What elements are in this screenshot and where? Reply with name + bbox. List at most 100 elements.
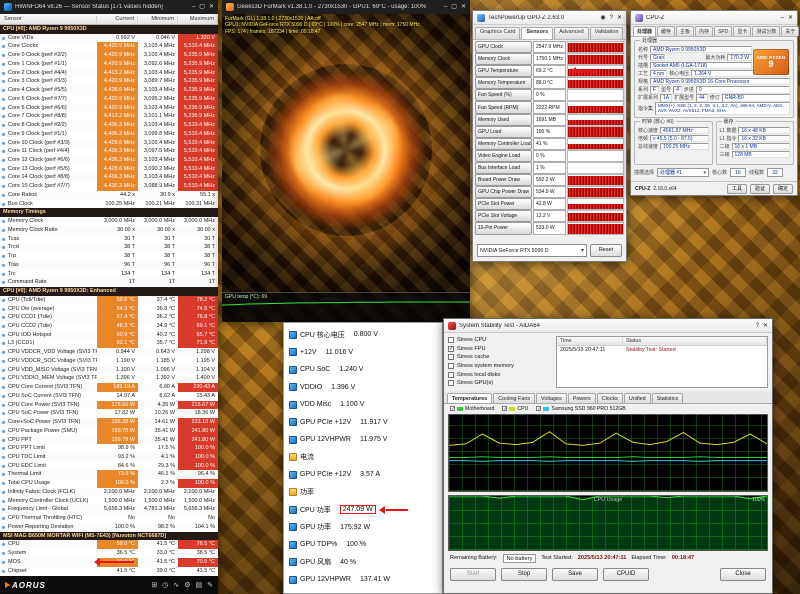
- sensor-row[interactable]: Memory Controller Clock (UCLK)1,500.0 MH…: [0, 497, 218, 506]
- tab-powers[interactable]: Powers: [568, 393, 596, 403]
- gear-icon[interactable]: ⚙: [184, 581, 190, 589]
- furmark-titlebar[interactable]: Geeks3D FurMark v1.38.1.0 - 2730x1530 - …: [222, 0, 470, 14]
- tab-关于[interactable]: 关于: [781, 26, 799, 36]
- sensor-row[interactable]: CPU SoC Current (SVI3 TFN)14.97 A8.62 A1…: [0, 392, 218, 401]
- sensor-item-row[interactable]: CPU 功率247.09 W: [284, 501, 442, 519]
- sensor-row[interactable]: CPU (Tctl/Tdie)59.6 °C37.4 °C78.2 °C: [0, 296, 218, 305]
- sensor-label[interactable]: Memory Controller Load: [475, 138, 532, 150]
- sensor-item-row[interactable]: GPU 12VHPWR11.975 V: [284, 431, 442, 449]
- sensor-item-row[interactable]: GPU PCIe +12V11.917 V: [284, 414, 442, 432]
- sensor-row[interactable]: Memory Clock3,000.0 MHz3,000.0 MHz3,000.…: [0, 217, 218, 226]
- sensor-row[interactable]: Core 13 Clock (perf #5/5)4,428.6 MHz3,09…: [0, 165, 218, 174]
- camera-button[interactable]: ◉: [600, 14, 605, 22]
- tab-temperatures[interactable]: Temperatures: [447, 393, 492, 403]
- sensor-row[interactable]: Core Ratios44.2 x30.9 x55.1 x: [0, 191, 218, 200]
- sensor-row[interactable]: CPU IOD Hotspot60.9 °C40.2 °C65.7 °C: [0, 331, 218, 340]
- help-button[interactable]: ?: [610, 14, 613, 22]
- stress-option-stress-local-disks[interactable]: Stress local disks: [448, 370, 552, 379]
- close-button[interactable]: ✕: [788, 14, 793, 22]
- sensor-row[interactable]: Core 15 Clock (perf #7/7)4,436.3 MHz3,08…: [0, 182, 218, 191]
- tab-voltages[interactable]: Voltages: [536, 393, 567, 403]
- sensor-item-row[interactable]: GPU 12VHPWR137.41 W: [284, 571, 442, 589]
- sensor-row[interactable]: Trc134 T134 T134 T: [0, 270, 218, 279]
- sensor-item-row[interactable]: +12V11.016 V: [284, 344, 442, 362]
- sensor-row[interactable]: Core 1 Clock (perf #1/1)4,420.9 MHz3,092…: [0, 60, 218, 69]
- stress-option-stress-fpu[interactable]: ✓Stress FPU: [448, 345, 552, 354]
- validate-button[interactable]: 验证: [750, 184, 770, 194]
- tab-缓存[interactable]: 缓存: [657, 26, 675, 36]
- sensor-row[interactable]: Tcas30 T30 T30 T: [0, 235, 218, 244]
- sensor-row[interactable]: Core VIDs0.992 V0.046 V1.320 V: [0, 34, 218, 43]
- sensor-label[interactable]: GPU Chip Power Draw: [475, 186, 532, 198]
- sensor-row[interactable]: L3 (CCD1)53.1 °C35.7 °C71.9 °C: [0, 339, 218, 348]
- tab-主板[interactable]: 主板: [676, 26, 694, 36]
- sensor-row[interactable]: CPU VDDIO_MEM Voltage (SVI3 TFN)1.396 V1…: [0, 374, 218, 383]
- column-header-sensor[interactable]: Sensor: [0, 16, 97, 22]
- column-header-current[interactable]: Current: [97, 16, 138, 22]
- sensor-label[interactable]: Memory Temperature: [475, 77, 532, 89]
- sensor-row[interactable]: Thermal Limit73.6 %46.1 %96.4 %: [0, 470, 218, 479]
- status-row[interactable]: 2025/5/13 20:47:11Stability Test: Starte…: [557, 346, 767, 355]
- min-button[interactable]: –: [444, 3, 447, 11]
- sensor-group-row[interactable]: 功率: [284, 484, 442, 502]
- save-button[interactable]: Save: [552, 568, 598, 581]
- sensor-label[interactable]: GPU Clock: [475, 41, 532, 53]
- sensor-row[interactable]: Core 10 Clock (perf #3/3)4,428.6 MHz3,10…: [0, 139, 218, 148]
- sensor-row[interactable]: Tras96 T96 T96 T: [0, 261, 218, 270]
- tab-spd[interactable]: SPD: [714, 26, 732, 36]
- sensor-row[interactable]: CPU Package Power (SMU)199.78 W35.41 W24…: [0, 427, 218, 436]
- checkbox[interactable]: [448, 363, 454, 369]
- cpuz-titlebar[interactable]: CPU-Z –✕: [631, 11, 797, 25]
- sensor-label[interactable]: Memory Clock: [475, 53, 532, 65]
- sensor-item-row[interactable]: VDDIO1.396 V: [284, 379, 442, 397]
- sensor-label[interactable]: Board Power Draw: [475, 174, 532, 186]
- sensor-row[interactable]: Core 3 Clock (perf #3/3)4,420.9 MHz3,089…: [0, 77, 218, 86]
- sensor-row[interactable]: Core 8 Clock (perf #2/2)4,436.3 MHz3,103…: [0, 121, 218, 130]
- gpu-select-dropdown[interactable]: NVIDIA GeForce RTX 5090 D: [477, 244, 587, 257]
- sensor-row[interactable]: Trp38 T38 T38 T: [0, 252, 218, 261]
- sensor-row[interactable]: Core 7 Clock (perf #8/8)4,413.2 MHz3,101…: [0, 112, 218, 121]
- max-button[interactable]: ▢: [199, 3, 205, 11]
- tab-validation[interactable]: Validation: [590, 27, 624, 39]
- sensor-row[interactable]: CPU PPT Limit98.9 %17.5 %100.0 %: [0, 444, 218, 453]
- stress-option-stress-system-memory[interactable]: Stress system memory: [448, 362, 552, 371]
- sensor-item-row[interactable]: CPU 核心电压0.800 V: [284, 326, 442, 344]
- close-button[interactable]: Close: [720, 568, 766, 581]
- tab-测试分数[interactable]: 测试分数: [752, 26, 780, 36]
- sensor-row[interactable]: CPU59.0 °C41.5 °C78.5 °C: [0, 540, 218, 549]
- stress-option-stress-cpu[interactable]: Stress CPU: [448, 336, 552, 345]
- sensor-row[interactable]: Core 2 Clock (perf #4/4)4,413.2 MHz3,103…: [0, 69, 218, 78]
- sensor-row[interactable]: Core 14 Clock (perf #8/8)4,436.3 MHz3,10…: [0, 173, 218, 182]
- column-header-minimum[interactable]: Minimum: [138, 16, 178, 22]
- sensor-row[interactable]: CPU PPT199.78 W35.41 W241.80 W: [0, 436, 218, 445]
- tools-button[interactable]: 工具: [727, 184, 747, 194]
- sensor-row[interactable]: Infinity Fabric Clock (FCLK)2,100.0 MHz2…: [0, 488, 218, 497]
- sensor-row[interactable]: Command Rate1T1T1T: [0, 278, 218, 287]
- tab-内存[interactable]: 内存: [695, 26, 713, 36]
- checkbox[interactable]: [448, 380, 454, 386]
- sensor-row[interactable]: Core 12 Clock (perf #6/6)4,436.3 MHz3,10…: [0, 156, 218, 165]
- sensor-item-row[interactable]: GPU TDP%100 %: [284, 536, 442, 554]
- sensor-row[interactable]: System36.5 °C33.0 °C38.5 °C: [0, 549, 218, 558]
- close-button[interactable]: ✕: [617, 14, 622, 22]
- sensor-label[interactable]: Bus Interface Load: [475, 162, 532, 174]
- checkbox[interactable]: [448, 372, 454, 378]
- sensor-label[interactable]: Fan Speed (%): [475, 89, 532, 101]
- legend-checkbox[interactable]: ✓: [450, 406, 455, 411]
- tab-显卡[interactable]: 显卡: [733, 26, 751, 36]
- close-button[interactable]: ✕: [209, 3, 214, 11]
- sensor-row[interactable]: Memory Clock Ratio30.00 x30.00 x30.00 x: [0, 226, 218, 235]
- legend-item-motherboard[interactable]: ✓Motherboard: [450, 406, 494, 412]
- max-button[interactable]: ▢: [451, 3, 457, 11]
- sensor-row[interactable]: Frequency Limit - Global5,656.3 MHz4,781…: [0, 505, 218, 514]
- close-button[interactable]: ✕: [763, 322, 768, 330]
- tab-unified[interactable]: Unified: [624, 393, 651, 403]
- sensor-row[interactable]: Trcd38 T38 T38 T: [0, 243, 218, 252]
- sensor-row[interactable]: CPU SoC Power (SVI3 TFN)17.82 W10.26 W18…: [0, 409, 218, 418]
- sensor-row[interactable]: CPU TDC Limit93.2 %4.1 %100.0 %: [0, 453, 218, 462]
- help-button[interactable]: ?: [756, 322, 759, 330]
- socket-select-dropdown[interactable]: 处理器 #1: [657, 168, 709, 177]
- gpuz-titlebar[interactable]: TechPowerUp GPU-Z 2.63.0 ◉?✕: [473, 11, 626, 25]
- checkbox[interactable]: ✓: [448, 346, 454, 352]
- ok-button[interactable]: 确定: [773, 184, 793, 194]
